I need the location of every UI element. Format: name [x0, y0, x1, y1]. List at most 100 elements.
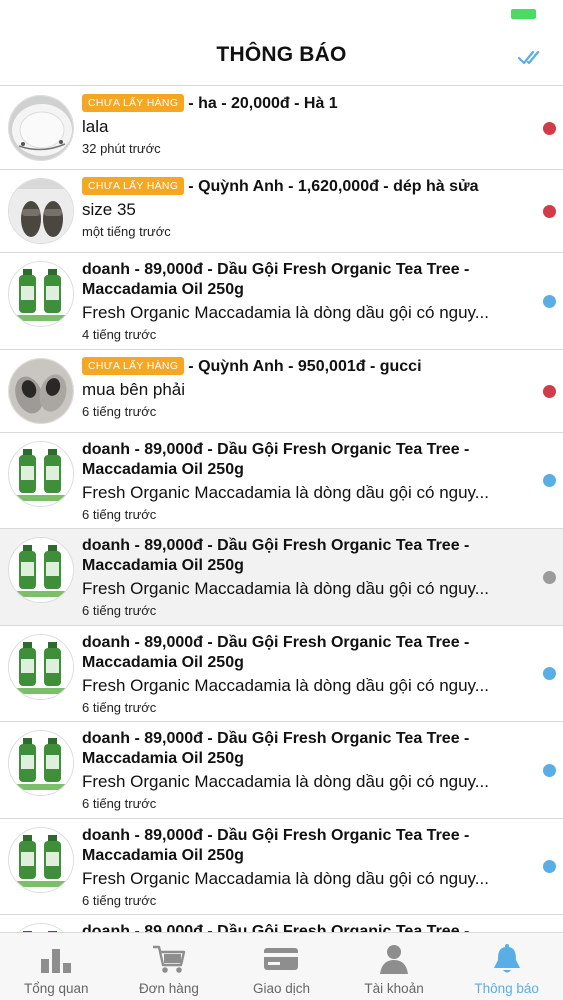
notification-item[interactable]: doanh - 89,000đ - Dầu Gội Fresh Organic …: [0, 818, 563, 915]
unread-indicator-dot: [543, 294, 556, 308]
notification-message: mua bên phải: [82, 379, 186, 399]
notification-list[interactable]: CHƯA LẤY HÀNG - ha - 20,000đ - Hà 1 lala 32…: [0, 87, 563, 932]
notification-item[interactable]: CHƯA LẤY HÀNG - ha - 20,000đ - Hà 1 lala 32…: [0, 87, 563, 170]
tab-user[interactable]: Tài khoản: [338, 933, 451, 1000]
notification-message: lala: [82, 117, 109, 136]
unread-indicator-dot: [543, 474, 556, 488]
product-thumbnail: [8, 826, 74, 893]
unread-indicator-dot: [543, 860, 556, 874]
notification-title: doanh - 89,000đ - Dầu Gội Fresh Organic …: [82, 729, 523, 769]
notification-item[interactable]: doanh - 89,000đ - Dầu Gội Fresh Organic …: [0, 722, 563, 819]
notification-message: Fresh Organic Maccadamia là dòng dầu gội…: [82, 482, 489, 502]
notification-item[interactable]: CHƯA LẤY HÀNG - Quỳnh Anh - 950,001đ - gu…: [0, 349, 563, 433]
notification-content: doanh - 89,000đ - Dầu Gội Fresh Organic …: [82, 260, 523, 344]
notification-title: doanh - 89,000đ - Dầu Gội Fresh Organic …: [82, 440, 523, 480]
unread-indicator-dot: [543, 763, 556, 777]
status-badge: CHƯA LẤY HÀNG: [82, 177, 185, 195]
notification-item[interactable]: CHƯA LẤY HÀNG - Quỳnh Anh - 1,620,000đ - …: [0, 170, 563, 253]
notification-title: CHƯA LẤY HÀNG - Quỳnh Anh - 950,001đ - gu…: [82, 356, 523, 377]
tab-bar: Tổng quan Đơn hàng Giao dịch Tài khoản Thông…: [0, 932, 563, 1000]
notification-content: CHƯA LẤY HÀNG - ha - 20,000đ - Hà 1 lala 32…: [82, 94, 523, 158]
header: THÔNG BÁO: [0, 30, 563, 86]
notification-time: 6 tiếng trước: [82, 699, 157, 715]
notification-content: doanh - 89,000đ - Dầu Gội Fresh Organic …: [82, 633, 523, 717]
notification-content: CHƯA LẤY HÀNG - Quỳnh Anh - 950,001đ - gu…: [82, 356, 523, 421]
notification-message: size 35: [82, 200, 136, 219]
notification-time: 6 tiếng trước: [82, 506, 157, 522]
product-thumbnail: [8, 440, 74, 507]
notification-message: Fresh Organic Maccadamia là dòng dầu gội…: [82, 772, 489, 791]
unread-indicator-dot: [543, 122, 556, 135]
notification-content: doanh - 89,000đ - Dầu Gội Fresh Organic …: [82, 440, 523, 524]
notification-title: doanh - 89,000đ - Dầu Gội Fresh Organic …: [82, 633, 523, 673]
notification-time: 4 tiếng trước: [82, 327, 157, 342]
notification-content: doanh - 89,000đ - Dầu Gội Fresh Organic …: [82, 826, 523, 910]
tab-credit-card[interactable]: Giao dịch: [225, 933, 338, 1000]
product-thumbnail: [8, 178, 74, 244]
bar-chart-icon: [38, 943, 74, 975]
product-thumbnail: [8, 95, 74, 161]
notification-title-text: doanh - 89,000đ - Dầu Gội Fresh Organic …: [82, 633, 470, 671]
notification-title-text: doanh - 89,000đ - Dầu Gội Fresh Organic …: [82, 923, 470, 932]
notification-time: 6 tiếng trước: [82, 796, 157, 811]
status-badge: CHƯA LẤY HÀNG: [82, 94, 185, 112]
battery-icon: [511, 9, 536, 19]
notification-title: doanh - 89,000đ - Dầu Gội Fresh Organic …: [82, 826, 523, 866]
notification-title-text: - ha - 20,000đ - Hà 1: [188, 95, 338, 112]
notification-time: một tiếng trước: [82, 224, 171, 239]
notification-title-text: doanh - 89,000đ - Dầu Gội Fresh Organic …: [82, 261, 470, 298]
unread-indicator-dot: [543, 570, 556, 584]
product-thumbnail: [8, 261, 74, 327]
status-badge: CHƯA LẤY HÀNG: [82, 356, 185, 375]
product-thumbnail: [8, 537, 74, 603]
notification-content: doanh - 89,000đ - Dầu Gội Fresh Organic …: [82, 536, 523, 620]
notification-time: 6 tiếng trước: [82, 603, 157, 618]
tab-label: Tổng quan: [24, 981, 89, 996]
notification-title-text: doanh - 89,000đ - Dầu Gội Fresh Organic …: [82, 826, 470, 864]
notification-title-text: doanh - 89,000đ - Dầu Gội Fresh Organic …: [82, 537, 470, 574]
unread-indicator-dot: [543, 205, 556, 218]
notification-title: doanh - 89,000đ - Dầu Gội Fresh Organic …: [82, 922, 523, 932]
tab-bell[interactable]: Thông báo: [450, 933, 563, 1000]
unread-indicator-dot: [543, 667, 556, 681]
notification-item[interactable]: doanh - 89,000đ - Dầu Gội Fresh Organic …: [0, 625, 563, 722]
notification-message: Fresh Organic Maccadamia là dòng dầu gội…: [82, 868, 489, 888]
product-thumbnail: [8, 923, 74, 932]
unread-indicator-dot: [543, 384, 556, 398]
tab-label: Giao dịch: [252, 981, 310, 996]
product-thumbnail: [8, 357, 74, 424]
notification-item[interactable]: doanh - 89,000đ - Dầu Gội Fresh Organic …: [0, 529, 563, 626]
product-thumbnail: [8, 730, 74, 796]
notification-time: 6 tiếng trước: [82, 403, 157, 419]
tab-bar-chart[interactable]: Tổng quan: [0, 933, 113, 1000]
notification-title-text: doanh - 89,000đ - Dầu Gội Fresh Organic …: [82, 730, 470, 767]
double-check-icon[interactable]: [517, 45, 545, 69]
notification-item[interactable]: doanh - 89,000đ - Dầu Gội Fresh Organic …: [0, 915, 563, 932]
notification-time: 32 phút trước: [82, 141, 161, 156]
user-icon: [376, 943, 412, 975]
tab-label: Tài khoản: [364, 981, 424, 996]
status-bar: [0, 0, 563, 30]
notification-message: Fresh Organic Maccadamia là dòng dầu gội…: [82, 675, 489, 695]
notification-title-text: - Quỳnh Anh - 950,001đ - gucci: [188, 357, 422, 375]
product-thumbnail: [8, 633, 74, 700]
notification-content: doanh - 89,000đ - Dầu Gội Fresh Organic …: [82, 729, 523, 813]
notification-content: doanh - 89,000đ - Dầu Gội Fresh Organic …: [82, 922, 523, 932]
notification-title: CHƯA LẤY HÀNG - ha - 20,000đ - Hà 1: [82, 94, 523, 114]
notification-title-text: doanh - 89,000đ - Dầu Gội Fresh Organic …: [82, 440, 470, 478]
page-title: THÔNG BÁO: [216, 43, 347, 66]
credit-card-icon: [263, 943, 299, 975]
tab-label: Đơn hàng: [138, 981, 199, 996]
notification-message: Fresh Organic Maccadamia là dòng dầu gội…: [82, 303, 489, 322]
notification-title: doanh - 89,000đ - Dầu Gội Fresh Organic …: [82, 536, 523, 576]
notification-item[interactable]: doanh - 89,000đ - Dầu Gội Fresh Organic …: [0, 253, 563, 350]
tab-label: Thông báo: [474, 981, 539, 996]
notification-time: 6 tiếng trước: [82, 892, 157, 908]
notification-title: doanh - 89,000đ - Dầu Gội Fresh Organic …: [82, 260, 523, 300]
tab-cart[interactable]: Đơn hàng: [113, 933, 226, 1000]
cart-icon: [151, 943, 187, 975]
notification-title-text: - Quỳnh Anh - 1,620,000đ - dép hà sửa: [188, 178, 479, 195]
notification-title: CHƯA LẤY HÀNG - Quỳnh Anh - 1,620,000đ - …: [82, 177, 523, 197]
notification-message: Fresh Organic Maccadamia là dòng dầu gội…: [82, 579, 489, 598]
notification-item[interactable]: doanh - 89,000đ - Dầu Gội Fresh Organic …: [0, 432, 563, 529]
